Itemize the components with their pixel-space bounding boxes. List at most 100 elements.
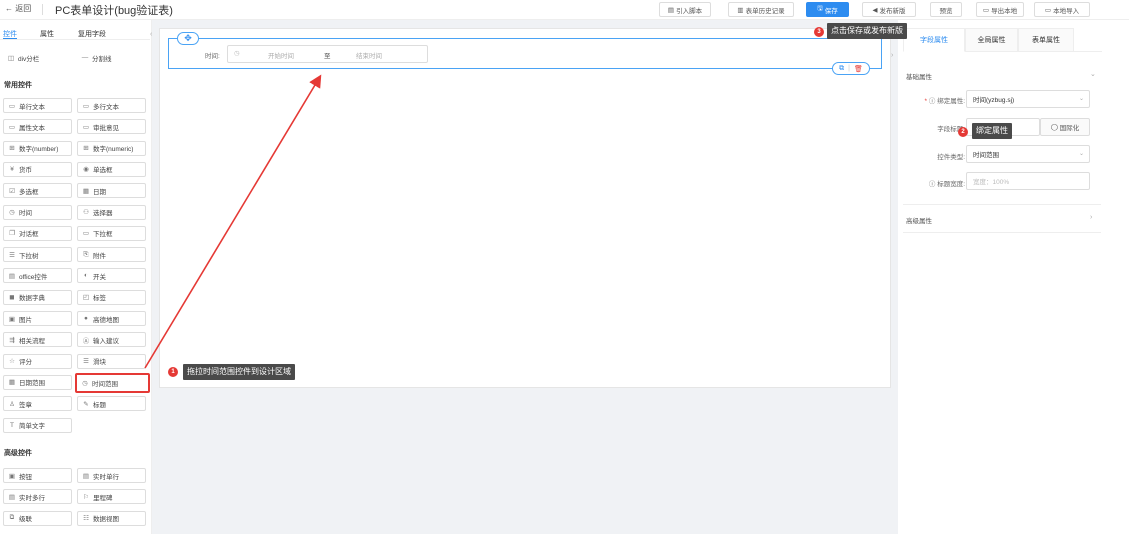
component-item[interactable]: ▭ 多行文本 <box>77 98 146 113</box>
divider-icon: — <box>81 54 89 61</box>
component-item[interactable]: ◐ 开关 <box>77 268 146 284</box>
component-item[interactable]: ¥ 货币 <box>3 161 72 177</box>
component-item[interactable]: ✎ 标题 <box>77 396 146 412</box>
component-item[interactable]: T 简单文字 <box>3 417 72 433</box>
copy-icon[interactable]: ⧉ <box>839 65 844 73</box>
component-item[interactable]: ☑ 多选框 <box>3 183 72 199</box>
component-item[interactable]: ♙ 签章 <box>3 396 72 412</box>
save-button[interactable]: 🖫 保存 <box>806 2 849 17</box>
export-local-button[interactable]: ▭ 导出本地 <box>976 2 1024 17</box>
import-script-button[interactable]: ▤ 引入脚本 <box>659 2 711 17</box>
divider <box>903 232 1101 233</box>
component-icon: ▭ <box>82 102 90 110</box>
design-canvas[interactable] <box>159 28 891 388</box>
component-icon: ▤ <box>8 493 16 501</box>
move-handle-icon[interactable]: ✥ <box>177 32 199 45</box>
title-width-input[interactable]: 宽度：100% <box>966 172 1090 190</box>
basic-section-title[interactable]: 基础属性 <box>906 71 932 81</box>
folder-icon: ▭ <box>1044 6 1052 14</box>
component-item[interactable]: ❐ 对话框 <box>3 225 72 241</box>
end-time-placeholder: 结束时间 <box>356 53 382 60</box>
tab-form-properties[interactable]: 表单属性 <box>1018 28 1074 52</box>
component-icon: ● <box>84 315 88 322</box>
component-label: 实时单行 <box>93 473 119 481</box>
tab-properties[interactable]: 属性 <box>40 29 54 39</box>
component-label: 数字(number) <box>19 146 59 154</box>
component-item[interactable]: ▤ office控件 <box>3 268 72 284</box>
component-item[interactable]: ⊞ 数字(numeric) <box>77 140 146 156</box>
divider <box>903 204 1101 205</box>
component-item[interactable]: ▭ 审批意见 <box>77 119 146 135</box>
component-icon: ▤ <box>8 272 16 280</box>
component-item[interactable]: ▣ 图片 <box>3 311 72 326</box>
component-label: 属性文本 <box>19 124 45 132</box>
component-item[interactable]: ▭ 单行文本 <box>3 98 72 113</box>
component-icon: ⊞ <box>83 145 89 153</box>
send-icon: ◀ <box>872 6 878 14</box>
component-icon: ▭ <box>82 230 90 238</box>
component-icon: ☷ <box>83 515 89 523</box>
component-item[interactable]: ▤ 实时多行 <box>3 489 72 505</box>
component-item[interactable]: ⎘ 附件 <box>77 247 146 263</box>
delete-icon[interactable]: 🗑 <box>854 65 863 73</box>
component-icon: ◷ <box>9 209 15 216</box>
component-item[interactable]: Ⓐ 输入建议 <box>77 332 146 348</box>
component-divider[interactable]: — 分割线 <box>77 50 146 65</box>
start-time-placeholder: 开始时间 <box>268 53 294 60</box>
tab-field-properties[interactable]: 字段属性 <box>903 28 965 52</box>
component-item[interactable]: ◷ 时间范围 <box>75 372 150 393</box>
component-item[interactable]: ◼ 数据字典 <box>3 289 72 305</box>
form-history-label: 表单历史记录 <box>745 7 785 15</box>
tab-global-properties[interactable]: 全局属性 <box>965 28 1018 52</box>
component-item[interactable]: ▤ 实时单行 <box>77 468 146 483</box>
form-history-button[interactable]: ▥ 表单历史记录 <box>728 2 794 17</box>
component-item[interactable]: ☆ 评分 <box>3 353 72 369</box>
field-label: 时间: <box>205 53 220 60</box>
collapse-right-chevron-icon[interactable]: › <box>891 52 899 64</box>
component-label: 日期范围 <box>19 380 45 388</box>
component-icon: ◐ <box>84 272 88 280</box>
component-item[interactable]: ⇶ 相关流程 <box>3 332 72 348</box>
publish-new-version-button[interactable]: ◀ 发布新版 <box>862 2 916 17</box>
advanced-section-title[interactable]: 高级属性 <box>906 215 932 225</box>
import-script-label: 引入脚本 <box>676 7 703 15</box>
component-item[interactable]: ☰ 滑块 <box>77 353 146 369</box>
component-item[interactable]: ⚇ 选择器 <box>77 204 146 220</box>
component-label: 滑块 <box>93 359 106 367</box>
component-item[interactable]: ⊞ 数字(number) <box>3 140 72 156</box>
component-item[interactable]: ● 高德地图 <box>77 311 146 326</box>
component-label: 货币 <box>19 167 32 175</box>
title-width-text: 标题宽度: <box>937 181 965 188</box>
time-range-input[interactable]: ◷ 开始时间 至 结束时间 <box>227 45 428 63</box>
component-div-column[interactable]: ◫ div分栏 <box>3 50 72 65</box>
preview-button[interactable]: 预览 <box>930 2 962 17</box>
save-label: 保存 <box>824 7 838 15</box>
chevron-down-icon[interactable]: ⌄ <box>1090 70 1096 78</box>
step-3-tooltip: 点击保存或发布新版 <box>827 23 907 39</box>
tab-reuse-fields[interactable]: 复用字段 <box>78 29 106 39</box>
control-type-select[interactable]: 时间范围 ⌄ <box>966 145 1090 163</box>
component-item[interactable]: ▦ 日期 <box>77 183 146 199</box>
component-icon: ✎ <box>83 400 89 408</box>
component-item[interactable]: ◷ 时间 <box>3 204 72 220</box>
component-item[interactable]: ▭ 下拉框 <box>77 225 146 241</box>
component-item[interactable]: ▦ 日期范围 <box>3 374 72 390</box>
component-icon: ☰ <box>83 358 89 366</box>
bind-property-select[interactable]: 时间(yzbug.sj) ⌄ <box>966 90 1090 108</box>
component-label: 单行文本 <box>19 103 45 111</box>
component-item[interactable]: ☷ 数据视图 <box>77 510 146 526</box>
chevron-down-icon: ⌄ <box>1078 151 1084 157</box>
component-item[interactable]: ⧉ 级联 <box>3 510 72 526</box>
component-item[interactable]: ☰ 下拉树 <box>3 247 72 263</box>
component-item[interactable]: ▣ 按钮 <box>3 468 72 483</box>
chevron-right-icon[interactable]: › <box>1090 214 1092 221</box>
component-icon: ☆ <box>9 358 15 366</box>
component-item[interactable]: ⚐ 里程碑 <box>77 489 146 505</box>
component-item[interactable]: ◉ 单选框 <box>77 161 146 177</box>
export-local-label: 导出本地 <box>991 7 1018 15</box>
import-local-button[interactable]: ▭ 本地导入 <box>1034 2 1090 17</box>
i18n-button[interactable]: ◯ 国际化 <box>1040 118 1090 136</box>
component-item[interactable]: ▭ 属性文本 <box>3 119 72 135</box>
back-button[interactable]: ← 返回 <box>5 3 31 14</box>
component-item[interactable]: ◰ 标签 <box>77 289 146 305</box>
